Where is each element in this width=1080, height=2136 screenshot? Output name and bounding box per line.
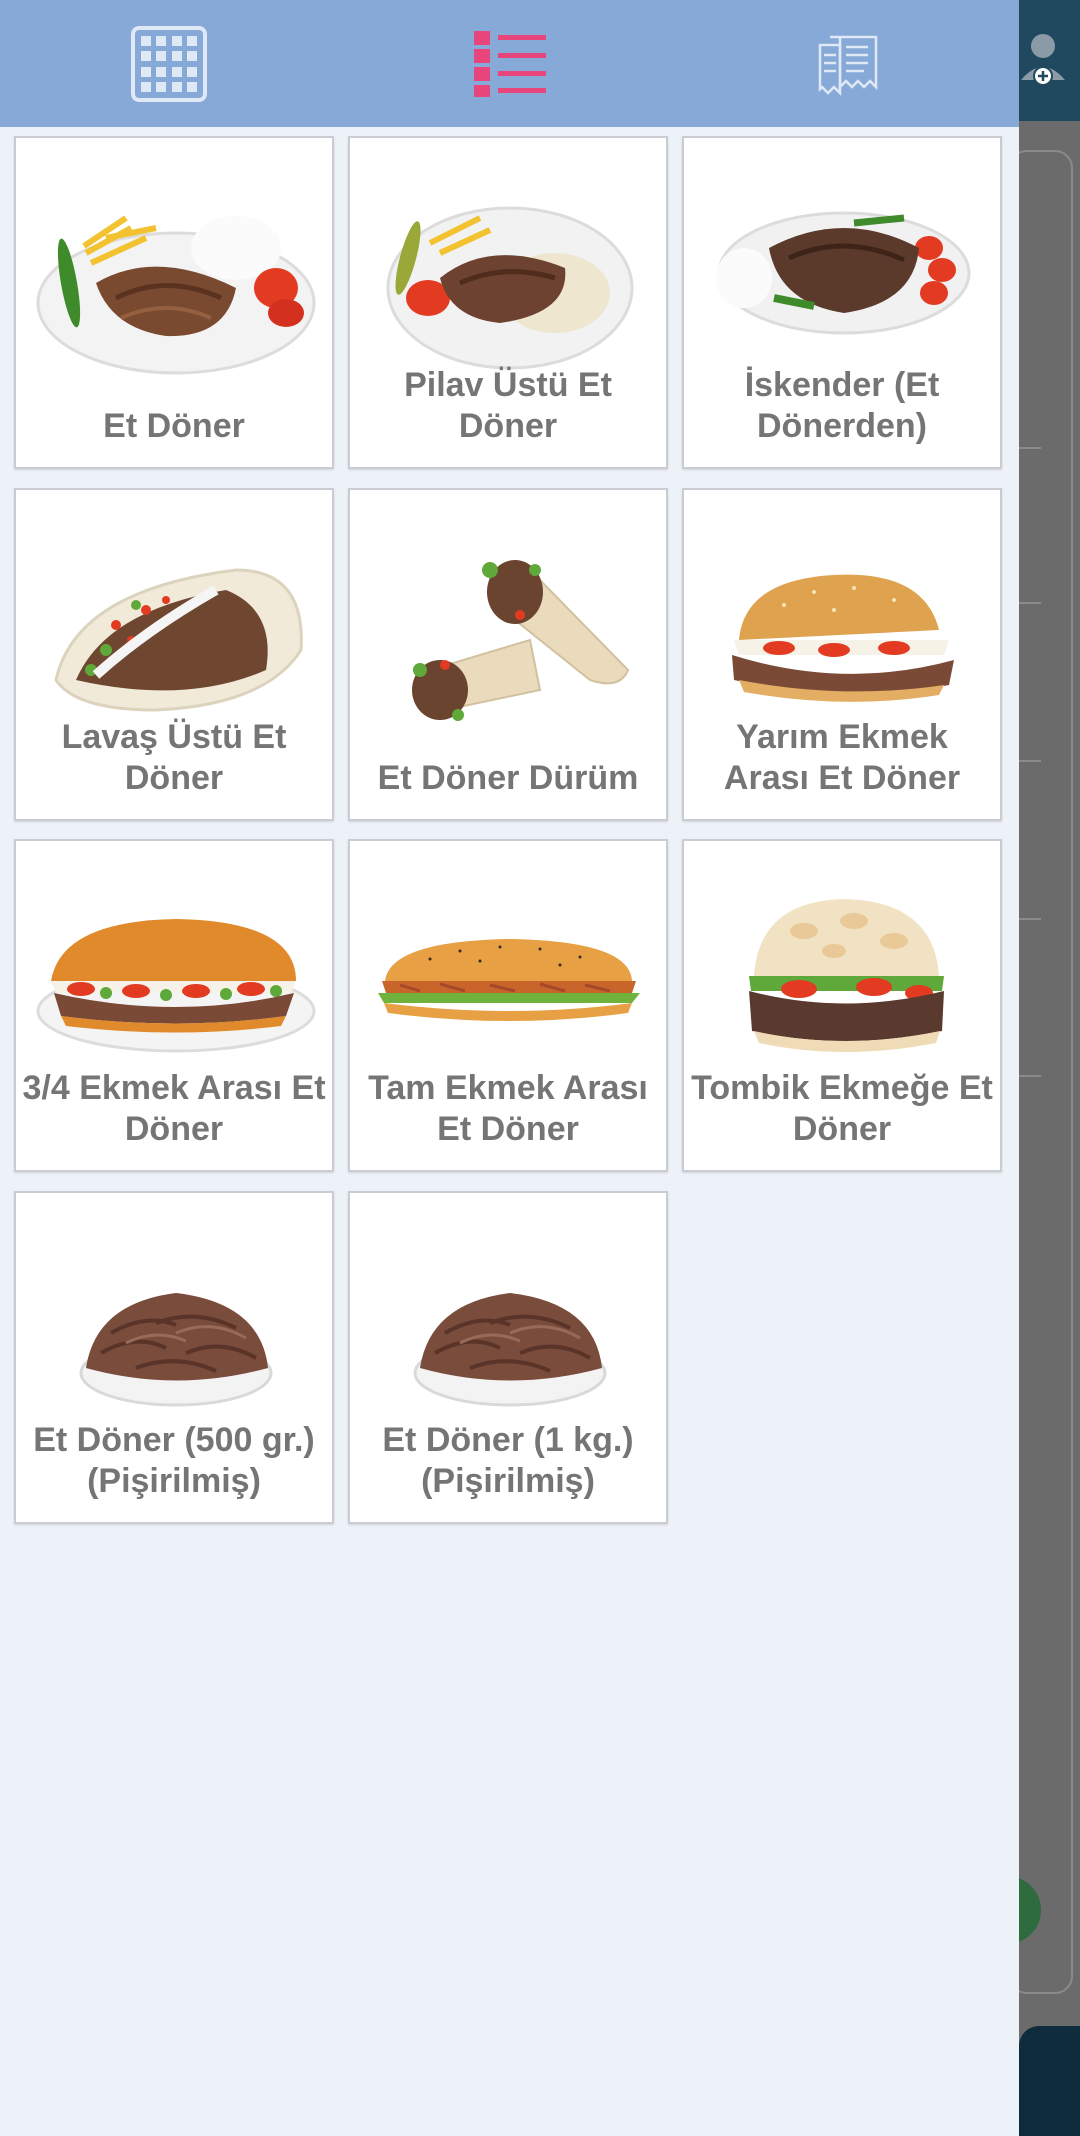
menu-drawer: Et Döner Pilav Üstü Et Döner İskender (E… [0, 0, 1019, 2136]
product-name: Et Döner (500 gr.) (Pişirilmiş) [33, 1421, 315, 1500]
product-name: Et Döner Dürüm [377, 759, 639, 797]
product-name: Lavaş Üstü Et Döner [61, 718, 287, 797]
drawer-header [0, 0, 1019, 127]
product-name: Tombik Ekmeğe Et Döner [691, 1069, 993, 1148]
grid-view-button[interactable] [119, 14, 219, 114]
product-card[interactable]: Pilav Üstü Et Döner [348, 136, 668, 469]
background-divider [1019, 1075, 1041, 1077]
product-name: Pilav Üstü Et Döner [404, 366, 612, 445]
product-card[interactable]: Et Döner (500 gr.) (Pişirilmiş) [14, 1191, 334, 1524]
background-divider [1019, 602, 1041, 604]
three-quarter-bread-sandwich-image [36, 919, 316, 1053]
product-card[interactable]: Tam Ekmek Arası Et Döner [348, 839, 668, 1172]
product-name: Et Döner (1 kg.) (Pişirilmiş) [382, 1421, 634, 1500]
product-name: Tam Ekmek Arası Et Döner [368, 1069, 648, 1148]
product-card[interactable]: Tombik Ekmeğe Et Döner [682, 839, 1002, 1172]
background-app [997, 0, 1080, 2136]
iskender-image [716, 211, 971, 335]
product-card[interactable]: 3/4 Ekmek Arası Et Döner [14, 839, 334, 1172]
background-divider [1019, 918, 1041, 920]
receipt-icon [818, 35, 878, 97]
half-bread-sandwich-image [732, 574, 954, 702]
doner-on-rice-image [386, 206, 634, 370]
product-name: Yarım Ekmek Arası Et Döner [723, 718, 961, 797]
background-bottom-bar[interactable] [1019, 2026, 1080, 2136]
cooked-doner-500g-image [79, 1293, 273, 1407]
tombik-bread-image [749, 899, 944, 1052]
product-card[interactable]: Et Döner (1 kg.) (Pişirilmiş) [348, 1191, 668, 1524]
background-divider [1019, 760, 1041, 762]
doner-plate-image [36, 215, 316, 375]
grid-icon [131, 26, 207, 102]
durum-wrap-image [412, 560, 630, 721]
product-card[interactable]: İskender (Et Dönerden) [682, 136, 1002, 469]
background-top-bar [1019, 0, 1080, 121]
cooked-doner-1kg-image [413, 1293, 607, 1407]
list-icon [474, 31, 546, 97]
add-user-icon[interactable] [1019, 26, 1069, 86]
product-card[interactable]: Lavaş Üstü Et Döner [14, 488, 334, 821]
product-name: 3/4 Ekmek Arası Et Döner [22, 1069, 326, 1148]
lavash-doner-image [54, 568, 303, 712]
list-view-button[interactable] [460, 14, 560, 114]
product-card[interactable]: Et Döner [14, 136, 334, 469]
product-name: İskender (Et Dönerden) [744, 366, 940, 445]
background-divider [1019, 447, 1041, 449]
product-card[interactable]: Yarım Ekmek Arası Et Döner [682, 488, 1002, 821]
product-card[interactable]: Et Döner Dürüm [348, 488, 668, 821]
product-name: Et Döner [103, 407, 245, 445]
receipt-button[interactable] [799, 14, 899, 114]
full-bread-sandwich-image [378, 939, 640, 1021]
